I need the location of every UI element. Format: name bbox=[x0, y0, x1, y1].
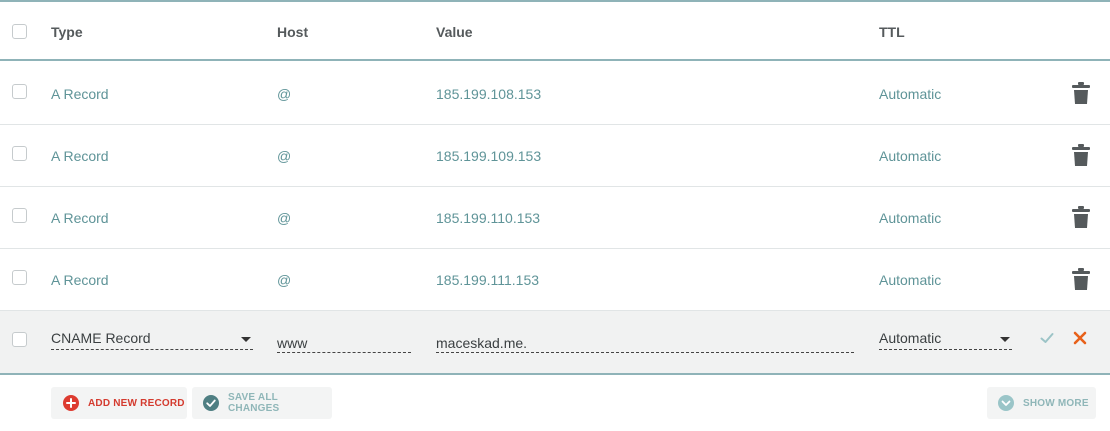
row-checkbox[interactable] bbox=[12, 146, 27, 161]
show-more-label: SHOW MORE bbox=[1023, 397, 1089, 409]
record-type[interactable]: A Record bbox=[51, 148, 109, 164]
select-all-checkbox[interactable] bbox=[12, 24, 27, 39]
add-new-record-label: ADD NEW RECORD bbox=[88, 397, 185, 409]
record-host[interactable]: @ bbox=[277, 210, 291, 226]
chevron-down-icon bbox=[1000, 337, 1010, 342]
row-checkbox[interactable] bbox=[12, 84, 27, 99]
host-input[interactable] bbox=[277, 333, 411, 353]
plus-circle-icon bbox=[63, 395, 79, 411]
record-value[interactable]: 185.199.109.153 bbox=[436, 148, 541, 164]
new-record-row: CNAME Record Automatic bbox=[0, 311, 1110, 375]
trash-icon[interactable] bbox=[1072, 144, 1090, 166]
record-type[interactable]: A Record bbox=[51, 272, 109, 288]
record-ttl[interactable]: Automatic bbox=[879, 210, 941, 226]
row-checkbox[interactable] bbox=[12, 270, 27, 285]
show-more-button[interactable]: SHOW MORE bbox=[987, 387, 1096, 419]
close-icon[interactable] bbox=[1073, 331, 1087, 345]
trash-icon[interactable] bbox=[1072, 268, 1090, 290]
record-host[interactable]: @ bbox=[277, 148, 291, 164]
column-header-value[interactable]: Value bbox=[436, 24, 473, 40]
table-row[interactable]: A Record @ 185.199.111.153 Automatic bbox=[0, 249, 1110, 311]
record-host[interactable]: @ bbox=[277, 272, 291, 288]
column-header-host[interactable]: Host bbox=[277, 24, 308, 40]
chevron-down-circle-icon bbox=[998, 395, 1014, 411]
record-type[interactable]: A Record bbox=[51, 86, 109, 102]
trash-icon[interactable] bbox=[1072, 82, 1090, 104]
record-value[interactable]: 185.199.108.153 bbox=[436, 86, 541, 102]
table-row[interactable]: A Record @ 185.199.110.153 Automatic bbox=[0, 187, 1110, 249]
table-header: Type Host Value TTL bbox=[0, 2, 1110, 61]
check-icon[interactable] bbox=[1040, 331, 1054, 345]
record-type-select[interactable]: CNAME Record bbox=[51, 330, 253, 350]
ttl-select-value: Automatic bbox=[879, 330, 942, 346]
record-ttl[interactable]: Automatic bbox=[879, 86, 941, 102]
record-value[interactable]: 185.199.111.153 bbox=[436, 272, 539, 288]
record-value[interactable]: 185.199.110.153 bbox=[436, 210, 540, 226]
column-header-ttl[interactable]: TTL bbox=[879, 24, 905, 40]
table-row[interactable]: A Record @ 185.199.109.153 Automatic bbox=[0, 125, 1110, 187]
trash-icon[interactable] bbox=[1072, 206, 1090, 228]
check-circle-icon bbox=[203, 395, 219, 411]
ttl-select[interactable]: Automatic bbox=[879, 330, 1012, 350]
record-ttl[interactable]: Automatic bbox=[879, 272, 941, 288]
save-all-changes-label: SAVE ALL CHANGES bbox=[228, 392, 280, 414]
value-input[interactable] bbox=[436, 333, 854, 353]
row-checkbox[interactable] bbox=[12, 208, 27, 223]
record-type[interactable]: A Record bbox=[51, 210, 109, 226]
chevron-down-icon bbox=[241, 337, 251, 342]
column-header-type[interactable]: Type bbox=[51, 24, 83, 40]
save-all-changes-button[interactable]: SAVE ALL CHANGES bbox=[192, 387, 332, 419]
add-new-record-button[interactable]: ADD NEW RECORD bbox=[51, 387, 187, 419]
table-row[interactable]: A Record @ 185.199.108.153 Automatic bbox=[0, 63, 1110, 125]
record-type-select-value: CNAME Record bbox=[51, 330, 151, 346]
row-checkbox[interactable] bbox=[12, 332, 27, 347]
record-host[interactable]: @ bbox=[277, 86, 291, 102]
record-ttl[interactable]: Automatic bbox=[879, 148, 941, 164]
